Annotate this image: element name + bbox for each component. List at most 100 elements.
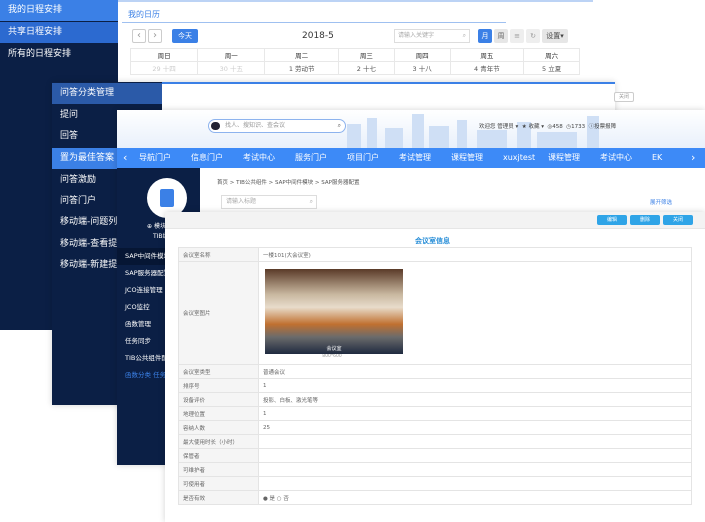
day-number: 3 (412, 65, 417, 73)
weekday-header: 周三 (338, 48, 395, 62)
field-value (258, 476, 692, 491)
calendar-day-cell[interactable]: 30 十五 (197, 61, 266, 75)
nav-item[interactable]: xuxjtest (503, 148, 535, 168)
next-button[interactable]: › (148, 29, 162, 43)
search-placeholder: 请输入关键字 (398, 32, 435, 39)
lunar-label: 十七 (363, 65, 376, 73)
sidebar-item-shared-schedule[interactable]: 共享日程安排 (0, 22, 118, 43)
lunar-label: 青年节 (480, 65, 500, 73)
robot-icon (211, 122, 220, 130)
nav-prev-icon[interactable]: ‹ (123, 148, 127, 168)
sidebar-item-my-schedule[interactable]: 我的日程安排 (0, 0, 118, 21)
view-week-button[interactable]: 周 (494, 29, 508, 43)
meeting-room-table: 会议室名称 一楼101(大会议室) 会议室图片 会议室 800*600 会议室类型 普通会议… (178, 247, 692, 505)
calendar-title: 我的日历 (128, 10, 160, 19)
delete-button[interactable]: 删除 (630, 215, 660, 225)
today-button[interactable]: 今天 (172, 29, 198, 43)
meeting-room-photo: 会议室 (265, 269, 403, 354)
add-module-link[interactable]: ⊕ 模块 (147, 221, 166, 230)
calendar-day-cell[interactable]: 5 立夏 (523, 61, 580, 75)
qa-sidebar-item[interactable]: 问答分类管理 (52, 83, 162, 104)
todo-count[interactable]: 1733 (571, 124, 585, 130)
settings-button[interactable]: 设置▾ (542, 29, 568, 43)
view-month-button[interactable]: 月 (478, 29, 492, 43)
day-number: 30 (219, 65, 228, 73)
lunar-label: 立夏 (548, 65, 562, 73)
nav-item[interactable]: 服务门户 (295, 148, 327, 168)
nav-item[interactable]: 项目门户 (347, 148, 379, 168)
breadcrumb: 首页 > TIB公共组件 > SAP中间件模块 > SAP服务器配置 (217, 180, 360, 186)
search-icon: ⌕ (462, 32, 466, 39)
day-number: 5 (541, 65, 547, 73)
nav-item[interactable]: 课程管理 (451, 148, 483, 168)
lunar-label: 劳动节 (295, 65, 315, 73)
breadcrumb-item[interactable]: SAP中间件模块 (275, 180, 313, 186)
sidebar-item-all-schedule[interactable]: 所有的日程安排 (0, 44, 118, 65)
search-icon: ⌕ (309, 198, 313, 205)
month-label: 2018-5 (302, 31, 334, 41)
welcome-user-menu[interactable]: 欢迎您 管理员 ▾ (479, 124, 518, 130)
calendar-day-cell[interactable]: 2 十七 (338, 61, 395, 75)
calendar-day-cell[interactable]: 29 十四 (129, 61, 199, 75)
field-label: 容纳人数 (178, 420, 259, 435)
weekday-header: 周四 (393, 48, 451, 62)
nav-item[interactable]: 考试管理 (399, 148, 431, 168)
field-label: 地理位置 (178, 406, 259, 421)
message-count[interactable]: 458 (552, 124, 563, 130)
breadcrumb-item[interactable]: 首页 (217, 180, 228, 186)
field-value (258, 462, 692, 477)
day-number: 4 (473, 65, 479, 73)
search-placeholder: 找人、搜知识、查会议 (225, 122, 286, 129)
detail-title: 会议室信息 (415, 237, 450, 245)
field-label: 可使用者 (178, 476, 259, 491)
table-row: 会议室类型 普通会议 (178, 364, 692, 379)
title-filter-input[interactable]: 请输入标题 ⌕ (221, 195, 317, 209)
main-nav: ‹ › 导航门户 信息门户 考试中心 服务门户 项目门户 考试管理 课程管理 xuxjtest… (117, 148, 705, 168)
close-button[interactable]: 关闭 (614, 92, 634, 102)
table-row: 是否有效 ● 是 ○ 否 (178, 490, 692, 505)
table-row: 可使用者 (178, 476, 692, 491)
favorites-menu[interactable]: ★ 收藏 ▾ (522, 124, 544, 130)
value-text: 25 (263, 424, 270, 431)
field-label: 排序号 (178, 378, 259, 393)
nav-item[interactable]: 信息门户 (191, 148, 223, 168)
prev-button[interactable]: ‹ (132, 29, 146, 43)
lunar-label: 十八 (418, 65, 432, 73)
field-label: 最大使用时长（小时） (178, 434, 259, 449)
table-row: 容纳人数 25 (178, 420, 692, 435)
nav-item[interactable]: 考试中心 (600, 148, 632, 168)
field-value: 1 (258, 378, 692, 393)
user-bar: 欢迎您 管理员 ▾ ★ 收藏 ▾ ◎458 ◷1733 ⓘ投票报障 (479, 122, 616, 130)
global-search-input[interactable]: 找人、搜知识、查会议 ⌕ (208, 119, 346, 133)
nav-next-icon[interactable]: › (691, 148, 695, 168)
breadcrumb-item[interactable]: TIB公共组件 (236, 180, 267, 186)
table-row: 会议室名称 一楼101(大会议室) (178, 247, 692, 262)
weekday-header: 周六 (523, 48, 580, 62)
breadcrumb-item[interactable]: SAP服务器配置 (321, 180, 359, 186)
table-row: 可维护者 (178, 462, 692, 477)
nav-item[interactable]: 考试中心 (243, 148, 275, 168)
lunar-label: 十五 (229, 65, 243, 73)
search-icon: ⌕ (337, 122, 341, 129)
edit-button[interactable]: 编辑 (597, 215, 627, 225)
keyword-search-input[interactable]: 请输入关键字 ⌕ (394, 29, 470, 43)
nav-item[interactable]: 课程管理 (548, 148, 580, 168)
feedback-link[interactable]: 投票报障 (594, 124, 616, 130)
refresh-button[interactable]: ↻ (526, 29, 540, 43)
nav-item[interactable]: 导航门户 (139, 148, 171, 168)
weekday-header: 周日 (129, 48, 199, 62)
field-label: 会议室图片 (178, 261, 259, 365)
skyline-graphic (347, 114, 599, 148)
calendar-grid: 周日 周一 周二 周三 周四 周五 周六 29 十四 30 十五 1 劳动节 2 十七 3 十八 4 青… (129, 48, 580, 75)
nav-item[interactable]: EK (652, 148, 662, 168)
calendar-day-cell[interactable]: 4 青年节 (449, 61, 525, 75)
view-list-button[interactable]: ≡ (510, 29, 524, 43)
calendar-day-cell[interactable]: 3 十八 (393, 61, 451, 75)
value-text: 普通会议 (263, 369, 286, 376)
day-number: 29 (152, 65, 161, 73)
field-value (258, 434, 692, 449)
field-value: 1 (258, 406, 692, 421)
expand-filter-link[interactable]: 展开筛选 (650, 198, 672, 206)
calendar-day-cell[interactable]: 1 劳动节 (264, 61, 340, 75)
close-button[interactable]: 关闭 (663, 215, 693, 225)
